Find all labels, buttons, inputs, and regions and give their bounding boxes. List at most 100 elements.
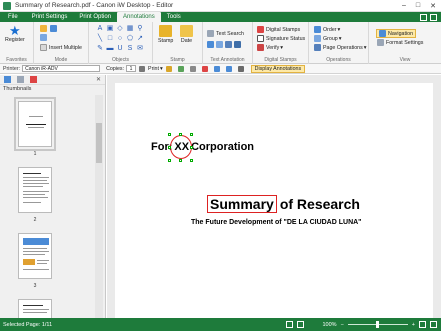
- format-settings-label: Format Settings: [386, 39, 424, 46]
- digital-stamps-button[interactable]: Digital Stamps: [257, 26, 300, 33]
- annotation-import-icon[interactable]: [234, 41, 241, 48]
- zoom-slider-knob[interactable]: [375, 321, 379, 328]
- tab-print-option[interactable]: Print Option: [73, 12, 117, 22]
- redo-icon[interactable]: [177, 65, 184, 72]
- document-page[interactable]: For: XX Corporation Summary of Research …: [115, 83, 433, 323]
- thumbnail-list[interactable]: 1 2 3: [0, 95, 96, 318]
- resize-handle[interactable]: [179, 133, 183, 136]
- minimize-button[interactable]: –: [397, 0, 411, 12]
- fit-width-icon[interactable]: [430, 321, 437, 328]
- window-title: Summary of Research.pdf - Canon iW Deskt…: [15, 2, 174, 9]
- format-settings-icon: [377, 39, 384, 46]
- ellipse-annotation[interactable]: XX: [168, 133, 194, 162]
- strikeout-tool-icon[interactable]: S: [126, 44, 134, 52]
- insert-multiple-label: Insert Multiple: [49, 44, 82, 51]
- annotation-export-icon[interactable]: [225, 41, 232, 48]
- annotation-list-icon[interactable]: [207, 41, 214, 48]
- thumbnail-page-4[interactable]: [18, 299, 52, 318]
- rotate-left-icon[interactable]: [213, 65, 220, 72]
- note-tool-icon[interactable]: ✉: [136, 44, 144, 52]
- rectangle-tool-icon[interactable]: □: [106, 34, 114, 42]
- textbox-tool-icon[interactable]: ▣: [106, 24, 114, 32]
- tab-tools[interactable]: Tools: [161, 12, 187, 22]
- annotation-filter-icon[interactable]: [216, 41, 223, 48]
- scrollbar-thumb[interactable]: [96, 123, 102, 163]
- group-view: Navigation Format Settings View: [369, 22, 441, 64]
- pen-tool-icon[interactable]: ✎: [96, 44, 104, 52]
- resize-handle[interactable]: [190, 159, 194, 162]
- copies-input[interactable]: 1: [126, 65, 137, 72]
- red-ellipse-shape: [170, 135, 193, 159]
- stamp-button[interactable]: Stamp: [158, 25, 173, 44]
- rotate-right-icon[interactable]: [225, 65, 232, 72]
- copy-icon[interactable]: [189, 65, 196, 72]
- highlighter-tool-icon[interactable]: ▬: [106, 44, 114, 52]
- window-layout-icon[interactable]: [420, 13, 427, 21]
- shape-tool-icon[interactable]: ◇: [116, 24, 124, 32]
- arrow-tool-icon[interactable]: ↗: [136, 34, 144, 42]
- register-label: Register: [5, 37, 25, 43]
- tab-annotations[interactable]: Annotations: [117, 12, 161, 22]
- navigation-button[interactable]: Navigation: [376, 29, 417, 38]
- resize-handle[interactable]: [190, 133, 194, 136]
- zoom-out-icon[interactable]: −: [341, 322, 344, 328]
- signature-status-checkbox[interactable]: Signature Status: [257, 35, 305, 42]
- resize-handle[interactable]: [168, 133, 172, 136]
- document-viewer[interactable]: For: XX Corporation Summary of Research …: [107, 75, 441, 323]
- resize-handle[interactable]: [179, 159, 183, 162]
- display-annotations-button[interactable]: Display Annotations: [250, 64, 306, 73]
- two-page-view-icon[interactable]: [297, 321, 305, 328]
- underline-tool-icon[interactable]: U: [116, 44, 124, 52]
- thumbnail-number: 3: [33, 283, 37, 289]
- stamp-icon: [159, 25, 173, 37]
- settings-icon[interactable]: [237, 65, 244, 72]
- thumbnails-tab-icon[interactable]: [4, 76, 11, 83]
- zoom-in-icon[interactable]: +: [412, 322, 415, 328]
- area-mode-icon[interactable]: [40, 34, 47, 41]
- format-settings-button[interactable]: Format Settings: [377, 39, 423, 46]
- ellipse-tool-icon[interactable]: ○: [116, 34, 124, 42]
- close-panel-icon[interactable]: ✕: [96, 76, 101, 83]
- text-tool-icon[interactable]: A: [96, 24, 104, 32]
- undo-icon[interactable]: [165, 65, 172, 72]
- fit-page-icon[interactable]: [419, 321, 426, 328]
- polygon-tool-icon[interactable]: ⬠: [126, 34, 134, 42]
- group-button[interactable]: Group ▾: [314, 35, 341, 42]
- text-search-label: Text Search: [216, 30, 244, 37]
- help-icon[interactable]: [430, 13, 437, 21]
- resize-handle[interactable]: [168, 146, 172, 149]
- delete-icon[interactable]: [201, 65, 208, 72]
- text-search-button[interactable]: Text Search: [207, 30, 244, 37]
- single-page-view-icon[interactable]: [286, 321, 294, 328]
- maximize-button[interactable]: □: [411, 0, 425, 12]
- date-button[interactable]: Date: [180, 25, 193, 44]
- resize-handle[interactable]: [190, 146, 194, 149]
- thumbnail-page-1[interactable]: [14, 97, 56, 151]
- select-mode-icon[interactable]: [40, 25, 47, 32]
- verify-button[interactable]: Verify ▾: [257, 44, 283, 51]
- thumbnail-page-3[interactable]: [18, 233, 52, 279]
- group-text-annotation: Text Search Text Annotation: [203, 22, 253, 64]
- bookmarks-tab-icon[interactable]: [30, 76, 37, 83]
- image-tool-icon[interactable]: ▦: [126, 24, 134, 32]
- tab-print-settings[interactable]: Print Settings: [26, 12, 74, 22]
- insert-multiple-button[interactable]: Insert Multiple: [40, 44, 82, 51]
- group-operations: Order ▾ Group ▾ Page Operations ▾ Operat…: [309, 22, 369, 64]
- page-operations-button[interactable]: Page Operations ▾: [314, 44, 366, 51]
- chevron-down-icon[interactable]: ▾: [160, 66, 163, 72]
- thumbnail-scrollbar[interactable]: [95, 95, 103, 318]
- print-button[interactable]: Print: [148, 66, 159, 72]
- comments-tab-icon[interactable]: [17, 76, 24, 83]
- resize-handle[interactable]: [168, 159, 172, 162]
- thumbnail-page-2[interactable]: [18, 167, 52, 213]
- printer-select[interactable]: Canon iR-ADV: [22, 65, 101, 72]
- link-tool-icon[interactable]: ⚲: [136, 24, 144, 32]
- hand-mode-icon[interactable]: [50, 25, 57, 32]
- register-button[interactable]: ★ Register: [5, 24, 25, 43]
- line-tool-icon[interactable]: ╲: [96, 34, 104, 42]
- order-button[interactable]: Order ▾: [314, 26, 340, 33]
- zoom-slider[interactable]: [347, 321, 408, 328]
- rectangle-annotation[interactable]: Summary: [207, 195, 277, 213]
- close-button[interactable]: ✕: [425, 0, 441, 12]
- menu-file[interactable]: File: [0, 12, 26, 22]
